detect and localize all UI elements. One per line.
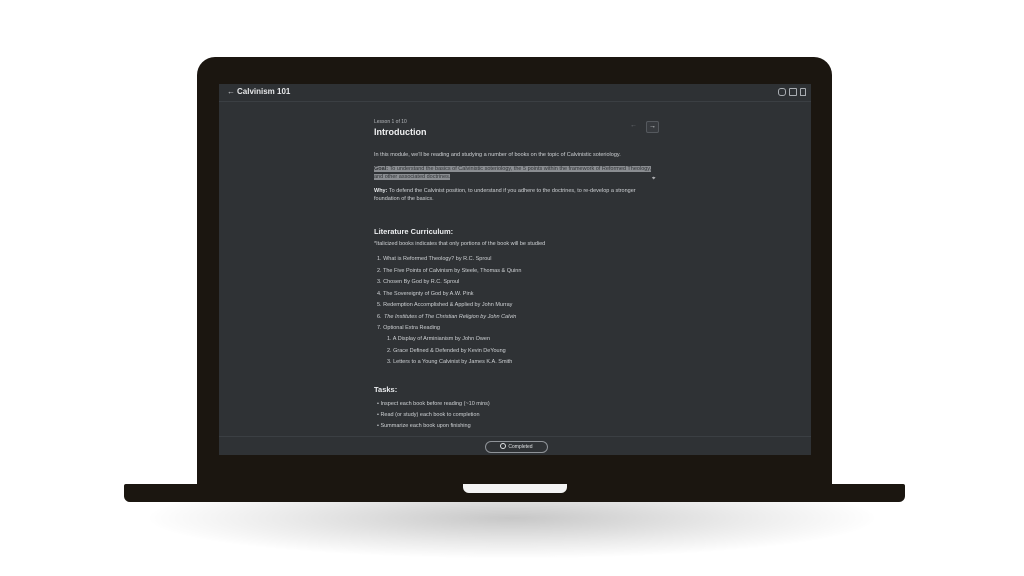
list-item: 3. Chosen By God by R.C. Sproul [377,279,460,285]
lesson-progress-label: Lesson 1 of 10 [374,119,407,125]
why-label: Why: [374,188,388,194]
laptop-notch [463,484,567,493]
course-title: Calvinism 101 [237,87,291,96]
mouse-cursor-icon: ⌖ [652,176,656,182]
list-item: The Institutes of The Christian Religion… [384,314,517,320]
goal-text: To understand the basics of Calvinistic … [374,166,652,180]
bottom-bar: Completed [219,436,811,455]
task-item: • Read (or study) each book to completio… [377,412,480,418]
app-screen: ← Calvinism 101 Lesson 1 of 10 Introduct… [219,84,811,455]
goal-label: Goal: [374,166,389,172]
next-lesson-button[interactable]: → [646,121,659,133]
completed-label: Completed [508,444,533,450]
why-text: To defend the Calvinist position, to und… [374,188,636,202]
sub-list-item: 1. A Display of Arminianism by John Owen [387,336,491,342]
sub-list-item: 3. Letters to a Young Calvinist by James… [387,359,513,365]
top-bar: ← Calvinism 101 [219,84,811,102]
why-paragraph: Why: To defend the Calvinist position, t… [374,187,660,203]
intro-paragraph: In this module, we'll be reading and stu… [374,152,621,158]
comment-icon[interactable] [778,88,786,96]
task-item: • Inspect each book before reading (~10 … [377,401,490,407]
lesson-title: Introduction [374,127,427,137]
task-item: • Summarize each book upon finishing [377,423,471,429]
goal-paragraph: Goal: To understand the basics of Calvin… [374,165,660,181]
back-arrow-icon[interactable]: ← [227,87,235,96]
sub-list-item: 2. Grace Defined & Defended by Kevin DeY… [387,348,506,354]
list-item: 1. What is Reformed Theology? by R.C. Sp… [377,256,492,262]
bookmark-icon[interactable] [800,88,806,96]
curriculum-note: *Italicized books indicates that only po… [374,241,546,247]
tasks-heading: Tasks: [374,385,398,394]
list-item-number: 6. [377,314,382,320]
list-item: 4. The Sovereignty of God by A.W. Pink [377,291,474,297]
curriculum-heading: Literature Curriculum: [374,227,454,236]
previous-lesson-icon[interactable]: ← [630,122,637,129]
list-item: 5. Redemption Accomplished & Applied by … [377,302,513,308]
layout-icon[interactable] [789,88,797,96]
check-circle-icon [500,443,507,449]
completed-button[interactable]: Completed [485,441,548,453]
list-item: 7. Optional Extra Reading [377,325,440,331]
list-item: 2. The Five Points of Calvinism by Steel… [377,268,522,274]
